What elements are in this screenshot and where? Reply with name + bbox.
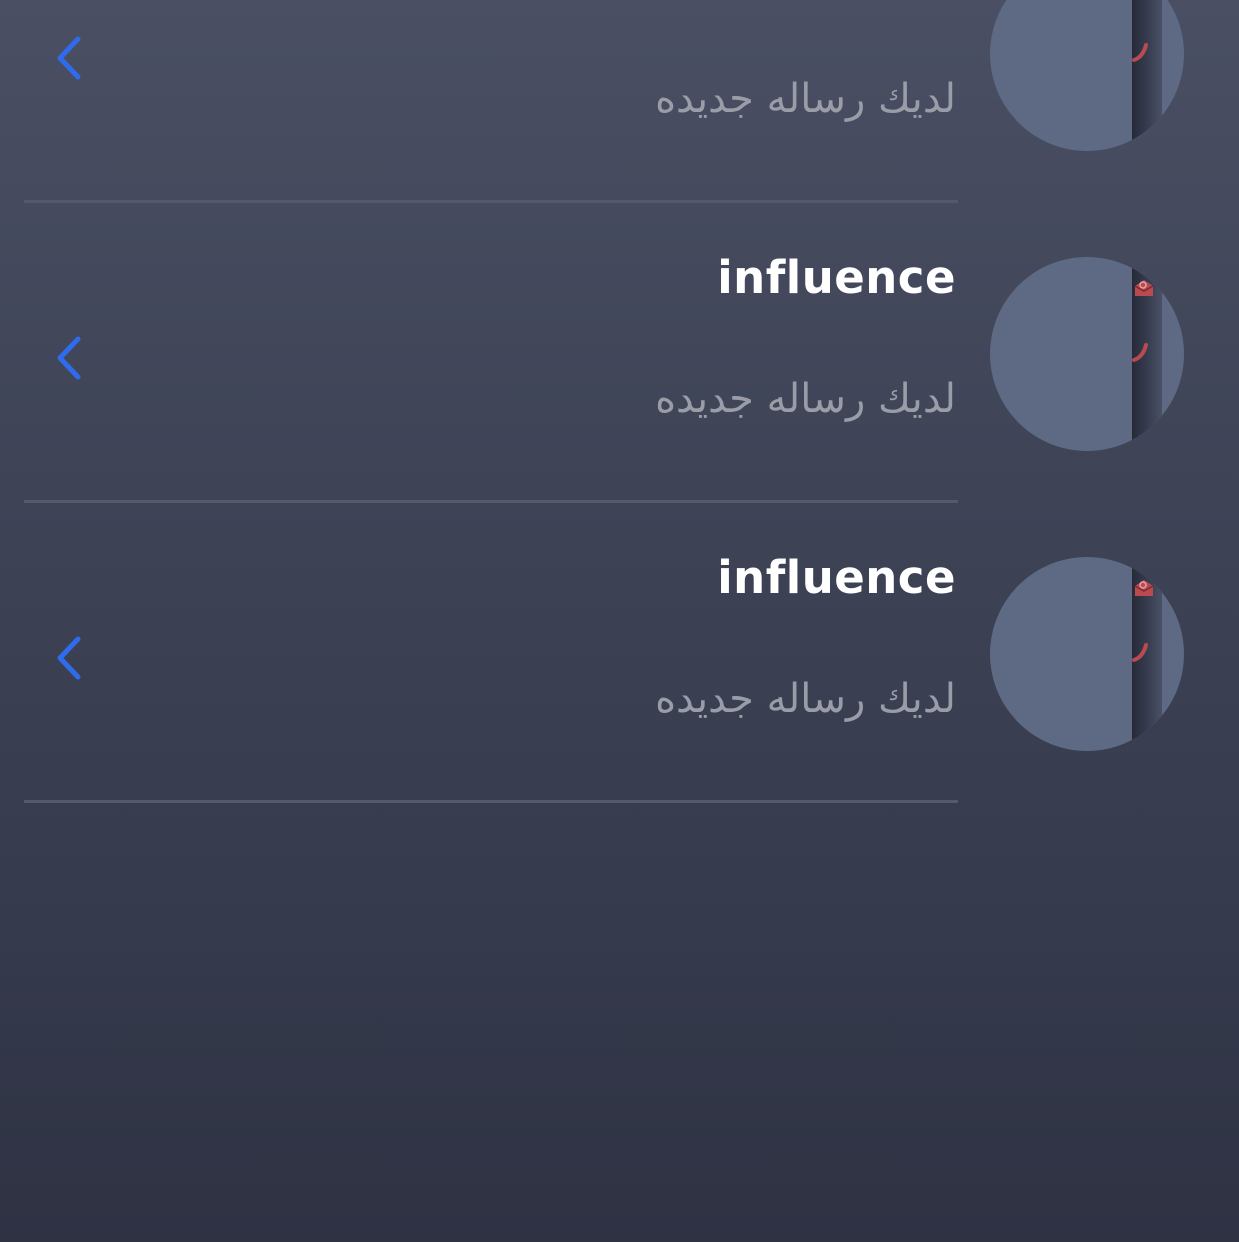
envelope-icon [1134,280,1154,296]
chevron-left-icon[interactable] [50,333,90,383]
notification-title: influence [717,0,956,4]
notification-title: influence [717,251,956,304]
divider [24,800,958,803]
notification-item[interactable]: influence لديك رساله جديده [0,0,1239,245]
avatar [990,0,1184,151]
avatar-image [1132,557,1162,751]
avatar [990,257,1184,451]
notification-message: لديك رساله جديده [655,76,956,122]
divider [24,500,958,503]
phone-icon [1132,343,1148,362]
chevron-left-icon[interactable] [50,633,90,683]
phone-icon [1132,43,1148,62]
divider [24,200,958,203]
avatar-image [1132,0,1162,151]
notification-list: influence لديك رساله جديده [0,0,1239,845]
notification-title: influence [717,551,956,604]
avatar [990,557,1184,751]
avatar-image [1132,257,1162,451]
envelope-icon [1134,580,1154,596]
phone-icon [1132,643,1148,662]
notification-item[interactable]: influence لديك رساله جديده [0,245,1239,545]
chevron-left-icon[interactable] [50,33,90,83]
notification-message: لديك رساله جديده [655,376,956,422]
notification-item[interactable]: influence لديك رساله جديده [0,545,1239,845]
notification-message: لديك رساله جديده [655,676,956,722]
